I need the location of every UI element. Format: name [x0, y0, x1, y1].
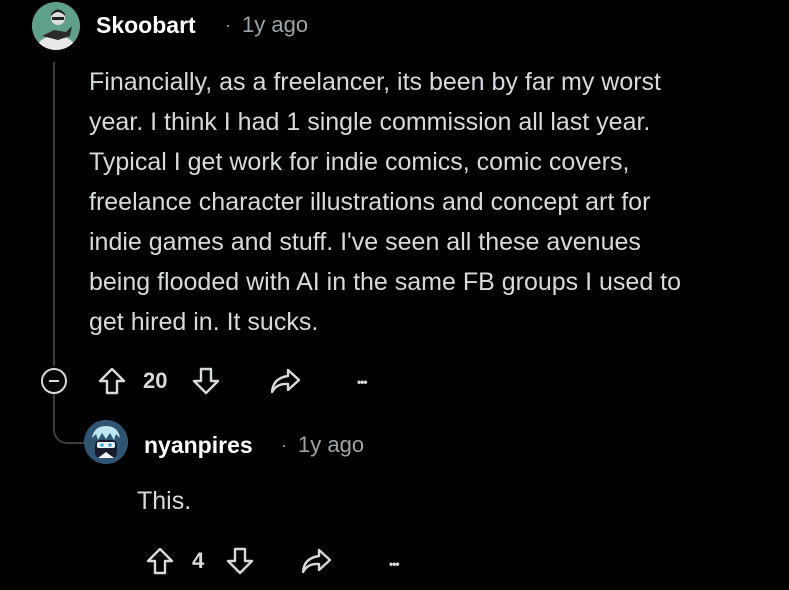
vote-count: 20: [143, 368, 168, 393]
more-options-icon[interactable]: •••: [357, 372, 368, 392]
share-icon[interactable]: [268, 366, 302, 396]
reply-avatar[interactable]: [84, 420, 128, 464]
reply-branch-line: [53, 394, 85, 444]
collapse-icon[interactable]: [41, 368, 67, 394]
comment-timestamp[interactable]: 1y ago: [242, 11, 308, 39]
comment-author[interactable]: Skoobart: [96, 11, 196, 39]
reply-more-options-icon[interactable]: •••: [389, 554, 400, 574]
comment-body-line: Typical I get work for indie comics, com…: [89, 148, 630, 176]
comment-body-line: year. I think I had 1 single commission …: [89, 108, 651, 136]
reply-body: This.: [137, 487, 192, 515]
comment-body-line: freelance character illustrations and co…: [89, 188, 651, 216]
avatar[interactable]: [32, 2, 80, 50]
thread-line: [53, 62, 55, 366]
meta-separator: ·: [225, 15, 231, 35]
reply-share-icon[interactable]: [299, 546, 333, 576]
downvote-icon[interactable]: [190, 366, 222, 396]
comment-body-line: being flooded with AI in the same FB gro…: [89, 268, 682, 296]
reply-upvote-icon[interactable]: [144, 546, 176, 576]
reply-timestamp[interactable]: 1y ago: [298, 431, 364, 459]
comment-body-line: get hired in. It sucks.: [89, 308, 319, 336]
comment-body-line: indie games and stuff. I've seen all the…: [89, 228, 641, 256]
reply-author[interactable]: nyanpires: [144, 431, 253, 459]
reply-downvote-icon[interactable]: [224, 546, 256, 576]
upvote-icon[interactable]: [96, 366, 128, 396]
comment-body: Financially, as a freelancer, its been b…: [89, 62, 681, 342]
reply-vote-count: 4: [192, 548, 205, 573]
comment-body-line: Financially, as a freelancer, its been b…: [89, 68, 661, 96]
meta-separator: ·: [281, 435, 287, 455]
